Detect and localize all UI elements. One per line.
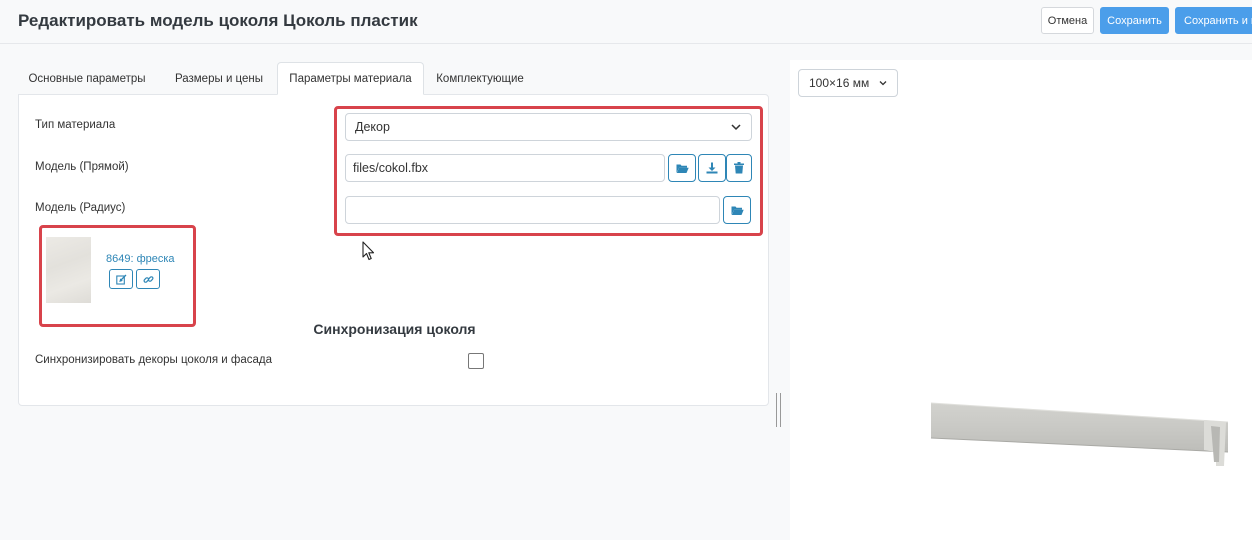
size-select[interactable]: 100×16 мм [798, 69, 898, 97]
sync-decors-checkbox[interactable] [468, 353, 484, 369]
tab-material-params[interactable]: Параметры материала [277, 62, 424, 95]
tab-bar: Основные параметры Размеры и цены Параме… [18, 62, 768, 95]
tab-components[interactable]: Комплектующие [428, 62, 532, 95]
highlight-box-decor [39, 225, 196, 327]
material-type-label: Тип материала [35, 119, 116, 131]
header-bar: Редактировать модель цоколя Цоколь пласт… [0, 0, 1252, 44]
resize-handle[interactable] [776, 393, 781, 427]
model-radius-label: Модель (Радиус) [35, 202, 126, 214]
tab-main-params[interactable]: Основные параметры [18, 62, 156, 95]
tab-sizes-prices[interactable]: Размеры и цены [163, 62, 275, 95]
page-title: Редактировать модель цоколя Цоколь пласт… [18, 11, 418, 30]
sync-section-title: Синхронизация цоколя [313, 321, 476, 337]
model-straight-label: Модель (Прямой) [35, 161, 129, 173]
size-value: 100×16 мм [809, 76, 870, 90]
cancel-button[interactable]: Отмена [1041, 7, 1094, 34]
save-button[interactable]: Сохранить [1100, 7, 1169, 34]
sync-decors-label: Синхронизировать декоры цоколя и фасада [35, 354, 272, 366]
plinth-3d-model [930, 402, 1228, 466]
highlight-box-fields [334, 106, 763, 236]
mouse-cursor-icon [362, 241, 375, 261]
material-params-panel: Тип материала Декор Модель (Прямой) file… [18, 94, 769, 406]
save-and-close-button[interactable]: Сохранить и в [1175, 7, 1252, 34]
chevron-down-icon [879, 81, 887, 86]
